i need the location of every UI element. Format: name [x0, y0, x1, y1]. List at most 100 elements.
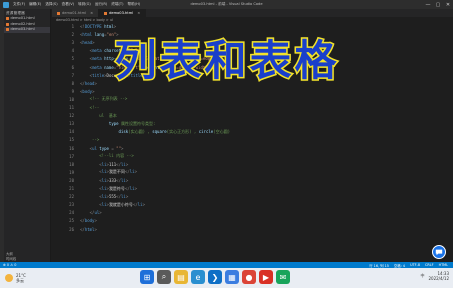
status-item[interactable]: CRLF: [425, 263, 434, 268]
code-token: >: [94, 218, 97, 224]
line-number: 15: [69, 137, 74, 143]
code-token: <!--li 内容 -->: [99, 153, 134, 159]
line-number: 6: [71, 64, 74, 70]
status-item[interactable]: 行 16, 列 15: [369, 263, 389, 268]
code-token: (实心正方形) ,: [166, 128, 199, 134]
chat-bubble-icon[interactable]: [432, 245, 446, 259]
code-line: 16 <ul type = "">: [52, 145, 123, 152]
code-token: square: [152, 128, 167, 134]
code-line: 23 <li>我就是小符号</li>: [52, 201, 145, 208]
code-text: </body>: [80, 218, 97, 223]
red-app-icon[interactable]: ▶: [259, 270, 273, 284]
green-app-icon[interactable]: ✉: [276, 270, 290, 284]
code-token: ul 基本: [99, 112, 117, 118]
explorer-file-item[interactable]: demo03.html: [4, 27, 50, 33]
html-file-icon: [6, 17, 9, 21]
window-controls: — ▢ ✕: [423, 0, 453, 9]
start-icon[interactable]: ⊞: [140, 270, 154, 284]
code-token: body: [82, 88, 93, 94]
line-number: 4: [71, 48, 74, 54]
line-number: 21: [69, 186, 74, 192]
timeline-section[interactable]: 时间线: [6, 256, 16, 261]
code-text: <li>我是不同</li>: [80, 169, 137, 175]
menu-item[interactable]: 选择(S): [45, 2, 57, 7]
code-token: <!-- 无序列表 -->: [89, 96, 128, 102]
menu-item[interactable]: 帮助(H): [128, 2, 141, 7]
minimize-button[interactable]: —: [423, 0, 433, 9]
code-text: <li>我是符号</li>: [80, 186, 137, 192]
code-token: <!--: [89, 105, 100, 111]
line-number: 16: [69, 145, 74, 151]
menu-item[interactable]: 查看(V): [62, 2, 74, 7]
close-button[interactable]: ✕: [443, 0, 453, 9]
line-number: 8: [71, 80, 74, 86]
clock[interactable]: 14:33 2022/4/12: [428, 271, 449, 281]
code-line: 25 </body>: [52, 217, 97, 224]
line-number: 17: [69, 153, 74, 159]
status-item[interactable]: 空格: 4: [394, 263, 405, 268]
menu-item[interactable]: 文件(F): [13, 2, 25, 7]
code-token: >: [125, 177, 129, 183]
chat-icon: [435, 249, 443, 256]
code-line: 10 <!-- 无序列表 -->: [52, 96, 127, 103]
status-right: 行 16, 列 15 空格: 4 UTF-8 CRLF HTML: [369, 263, 453, 268]
editor-tab[interactable]: demo03.html ×: [99, 9, 147, 17]
code-token: disk: [118, 128, 129, 134]
tab-close-icon[interactable]: ×: [137, 9, 140, 17]
code-text: <li>我就是小符号</li>: [80, 202, 145, 208]
code-text: <ul type = "">: [80, 146, 124, 151]
code-text: disk(实心圆) , square(实心正方形) , circle(空心圆): [80, 129, 230, 135]
search-icon[interactable]: ⌕: [157, 270, 171, 284]
menu-item[interactable]: 终端(T): [111, 2, 123, 7]
code-token: type: [108, 120, 119, 126]
line-number: 23: [69, 202, 74, 208]
code-line: 21 <li>我是符号</li>: [52, 185, 137, 192]
explorer-panel: 资源管理器 demo01.html demo02.html demo03.html …: [4, 9, 51, 262]
problems-status[interactable]: ⊗ 0 ⚠ 0: [0, 263, 16, 267]
menu-item[interactable]: 编辑(E): [29, 2, 41, 7]
html-file-icon: [104, 11, 108, 15]
code-text: ul 基本: [80, 113, 117, 119]
code-line: 12 ul 基本: [52, 112, 117, 119]
file-list: demo01.html demo02.html demo03.html: [4, 16, 50, 33]
line-number: 13: [69, 121, 74, 127]
edge-icon[interactable]: e: [191, 270, 205, 284]
vscode-icon[interactable]: ❯: [208, 270, 222, 284]
maximize-button[interactable]: ▢: [433, 0, 443, 9]
editor-tab[interactable]: demo01.html ×: [52, 9, 100, 17]
weather-widget[interactable]: 21°C 多云: [0, 273, 26, 283]
line-number: 18: [69, 161, 74, 167]
vscode-logo-icon: [3, 1, 9, 8]
code-text: <body>: [80, 89, 94, 94]
ime-indicator[interactable]: 中: [420, 273, 424, 279]
menu-bar: 文件(F) 编辑(E) 选择(S) 查看(V) 转到(G) 运行(R) 终端(T) 帮助(H): [13, 2, 144, 7]
status-item[interactable]: UTF-8: [410, 263, 420, 268]
menu-item[interactable]: 转到(G): [78, 2, 91, 7]
tab-label: demo03.html: [109, 11, 134, 15]
line-number: 20: [69, 177, 74, 183]
code-token: 我是不同: [108, 169, 125, 175]
code-token: (空心圆): [213, 128, 230, 134]
code-token: >: [99, 210, 102, 216]
menu-item[interactable]: 运行(R): [95, 2, 108, 7]
line-number: 12: [69, 113, 74, 119]
tab-close-icon[interactable]: ×: [90, 9, 93, 17]
status-item[interactable]: HTML: [439, 263, 448, 268]
code-token: >: [142, 201, 146, 207]
store-icon[interactable]: ▦: [225, 270, 239, 284]
chrome-icon[interactable]: ●: [242, 270, 256, 284]
code-line: 15 -->: [52, 136, 99, 143]
line-number: 5: [71, 56, 74, 62]
files-icon[interactable]: ▤: [174, 270, 188, 284]
code-line: 24 </ul>: [52, 209, 102, 216]
